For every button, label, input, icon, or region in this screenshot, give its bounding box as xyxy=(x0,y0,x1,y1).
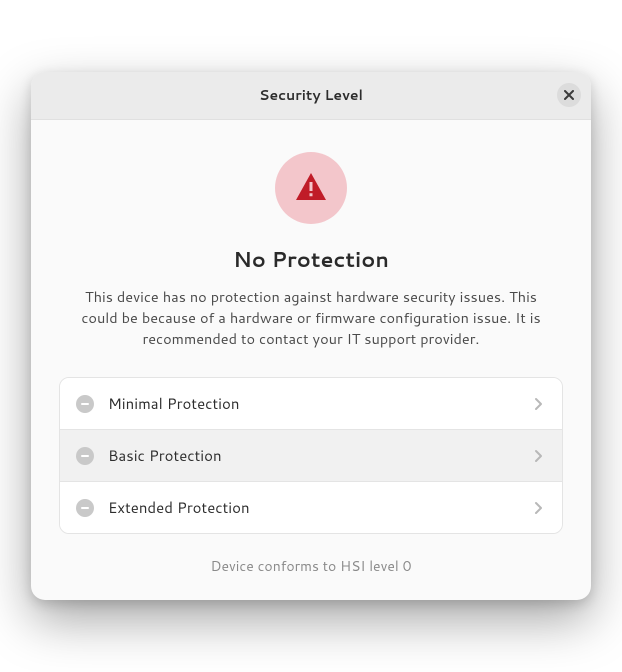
status-icon-circle xyxy=(275,152,347,224)
dialog-content: No Protection This device has no protect… xyxy=(31,120,591,600)
protection-levels-list: Minimal Protection Basic Protection Ex xyxy=(59,377,563,534)
level-label: Extended Protection xyxy=(108,497,530,518)
level-label: Basic Protection xyxy=(108,445,530,466)
close-button[interactable] xyxy=(557,83,581,107)
minus-circle-icon xyxy=(76,395,94,413)
status-heading: No Protection xyxy=(59,244,563,274)
dialog-title: Security Level xyxy=(259,85,363,105)
warning-triangle-icon xyxy=(293,170,329,206)
level-row-minimal[interactable]: Minimal Protection xyxy=(60,378,562,429)
titlebar: Security Level xyxy=(31,72,591,120)
minus-circle-icon xyxy=(76,499,94,517)
close-icon xyxy=(564,90,574,100)
level-label: Minimal Protection xyxy=(108,393,530,414)
security-level-dialog: Security Level No Protection This device… xyxy=(31,72,591,600)
chevron-right-icon xyxy=(530,500,546,516)
chevron-right-icon xyxy=(530,448,546,464)
hsi-level-text: Device conforms to HSI level 0 xyxy=(59,556,563,576)
status-description: This device has no protection against ha… xyxy=(67,286,555,349)
chevron-right-icon xyxy=(530,396,546,412)
minus-circle-icon xyxy=(76,447,94,465)
level-row-extended[interactable]: Extended Protection xyxy=(60,481,562,533)
level-row-basic[interactable]: Basic Protection xyxy=(60,429,562,481)
